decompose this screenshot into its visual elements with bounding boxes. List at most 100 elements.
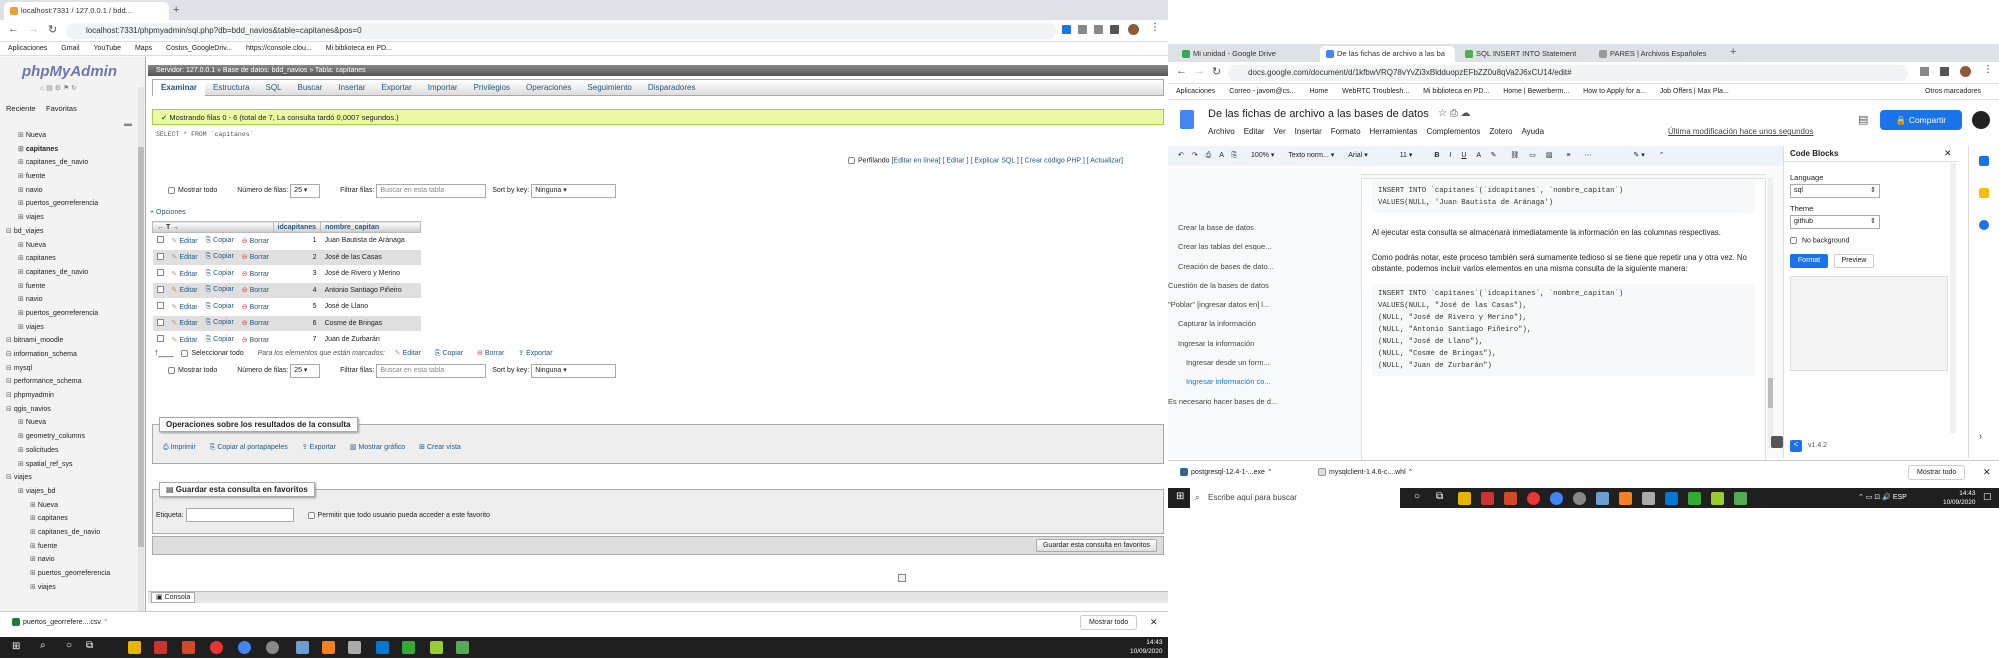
last-edit-link[interactable]: Última modificación hace unos segundos xyxy=(1668,127,1813,136)
forward-icon[interactable]: → xyxy=(28,23,39,35)
paint-format-icon[interactable]: ⎘ xyxy=(1231,152,1237,159)
tree-item[interactable]: ⊞ capitanes xyxy=(0,143,140,157)
tree-item[interactable]: ⊞ fuente xyxy=(0,280,140,294)
reload-icon[interactable]: ↻ xyxy=(48,23,57,36)
profiling-checkbox[interactable] xyxy=(848,157,855,164)
document-title[interactable]: De las fichas de archivo a las bases de … xyxy=(1208,108,1429,120)
bookmark-bewerber[interactable]: Home | Bewerberm... xyxy=(1503,84,1569,99)
row-checkbox[interactable] xyxy=(152,315,168,332)
tab-pares[interactable]: PARES | Archivos Españoles xyxy=(1593,46,1723,62)
menu-ayuda[interactable]: Ayuda xyxy=(1521,127,1544,136)
cell-nombre-capitan[interactable]: Juan Bautista de Aránaga xyxy=(320,232,421,250)
cortana-icon[interactable]: ○ xyxy=(1414,491,1420,502)
extensions-puzzle-icon[interactable] xyxy=(1110,25,1119,34)
docs-logo-icon[interactable] xyxy=(1180,110,1194,129)
cell-nombre-capitan[interactable]: Juan de Zurbarán xyxy=(320,331,421,349)
comment-icon[interactable]: ▭ xyxy=(1529,152,1536,159)
outline-item[interactable]: Ingresar la información xyxy=(1168,334,1358,353)
tab-reciente[interactable]: Reciente xyxy=(6,104,36,113)
delete-row-button[interactable]: ⊖ Borrar xyxy=(237,265,274,283)
menu-ver[interactable]: Ver xyxy=(1274,127,1286,136)
cell-idcapitanes[interactable]: 7 xyxy=(273,331,321,349)
tree-item[interactable]: ⊞ puertos_georreferencia xyxy=(0,567,140,581)
sort-by-key-select-bottom[interactable]: Ninguna ▾ xyxy=(531,364,617,378)
chrome-icon[interactable] xyxy=(238,641,251,654)
filter-rows-input[interactable]: Buscar en esta tabla xyxy=(376,184,487,198)
text-color-icon[interactable]: A xyxy=(1476,152,1480,159)
tree-item[interactable]: ⊞ viajes xyxy=(0,581,140,595)
menu-complementos[interactable]: Complementos xyxy=(1427,127,1481,136)
extension-icon[interactable] xyxy=(1062,25,1071,34)
console-tab[interactable]: ▣ Consola xyxy=(151,592,196,603)
cortana-icon[interactable]: ○ xyxy=(66,640,72,651)
tab-importar[interactable]: Importar xyxy=(420,80,466,96)
app-icon[interactable] xyxy=(1504,492,1517,505)
vscode-icon[interactable] xyxy=(376,641,389,654)
tab-operaciones[interactable]: Operaciones xyxy=(518,80,579,96)
edit-row-button[interactable]: ✎ Editar xyxy=(167,282,202,299)
edit-row-button[interactable]: ✎ Editar xyxy=(167,315,202,332)
windows-start-icon[interactable]: ⊞ xyxy=(12,641,20,652)
export-button[interactable]: ⇪ Exportar xyxy=(302,444,336,451)
font-size-select[interactable]: 11 ▾ xyxy=(1400,152,1413,159)
tree-item[interactable]: ⊞ Nueva xyxy=(0,239,140,253)
menu-editar[interactable]: Editar xyxy=(1244,127,1265,136)
tree-item[interactable]: ⊟ performance_schema xyxy=(0,375,140,389)
tree-item[interactable]: ⊟ qgis_navios xyxy=(0,403,140,417)
no-background-checkbox[interactable] xyxy=(1790,237,1797,244)
app-icon[interactable] xyxy=(154,641,167,654)
download-item[interactable]: mysqlclient-1.4.6-c....whl ⌃ xyxy=(1318,468,1413,477)
new-tab-icon[interactable]: + xyxy=(173,4,179,16)
cell-nombre-capitan[interactable]: Antonio Santiago Piñeiro xyxy=(320,282,421,299)
delete-row-button[interactable]: ⊖ Borrar xyxy=(237,298,274,316)
highlight-icon[interactable]: ✎ xyxy=(1491,152,1497,159)
outline-item[interactable]: Creación de bases de dato... xyxy=(1168,257,1358,276)
new-tab-icon[interactable]: + xyxy=(1730,46,1736,58)
back-icon[interactable]: ← xyxy=(1176,65,1187,77)
qgis-icon[interactable] xyxy=(456,641,469,654)
tree-item[interactable]: ⊞ solicitudes xyxy=(0,444,140,458)
reload-icon[interactable]: ↻ xyxy=(1212,65,1221,78)
image-icon[interactable]: ▨ xyxy=(1546,152,1553,159)
app-icon[interactable] xyxy=(1711,492,1724,505)
tab-phpmyadmin[interactable]: localhost:7331 / 127.0.0.1 / bdd... xyxy=(4,2,169,20)
bookmark-youtube[interactable]: YouTube xyxy=(94,42,122,55)
tab-favoritas[interactable]: Favoritas xyxy=(46,104,77,113)
tab-buscar[interactable]: Buscar xyxy=(290,80,331,96)
url-input[interactable]: docs.google.com/document/d/1kfbwVRQ78vYv… xyxy=(1228,65,1908,81)
outline-item[interactable]: "Poblar" [ingresar datos en] l... xyxy=(1168,295,1358,314)
delete-row-button[interactable]: ⊖ Borrar xyxy=(237,315,274,332)
link-icon[interactable]: ⛓ xyxy=(1510,152,1519,159)
edit-row-button[interactable]: ✎ Editar xyxy=(167,232,202,250)
show-all-downloads-button[interactable]: Mostrar todo xyxy=(1908,465,1966,480)
tree-item[interactable]: ⊞ capitanes_de_navio xyxy=(0,266,140,280)
bookmark-jobs[interactable]: Job Offers | Max Pla... xyxy=(1660,84,1729,99)
edit-row-button[interactable]: ✎ Editar xyxy=(167,265,202,283)
cell-idcapitanes[interactable]: 5 xyxy=(273,298,321,316)
tree-scrollbar[interactable] xyxy=(138,87,144,622)
tab-estructura[interactable]: Estructura xyxy=(205,80,257,96)
app-icon[interactable] xyxy=(348,641,361,654)
cell-idcapitanes[interactable]: 3 xyxy=(273,265,321,283)
chrome-icon[interactable] xyxy=(210,641,223,654)
cell-nombre-capitan[interactable]: José de las Casas xyxy=(320,249,421,266)
tree-item[interactable]: ⊞ navio xyxy=(0,184,140,198)
chrome-icon[interactable] xyxy=(266,641,279,654)
tab-exportar[interactable]: Exportar xyxy=(374,80,420,96)
zoom-select[interactable]: 100% ▾ xyxy=(1251,152,1274,159)
cell-idcapitanes[interactable]: 2 xyxy=(273,249,321,266)
more-icon[interactable]: ⋯ xyxy=(1584,152,1591,159)
cell-idcapitanes[interactable]: 1 xyxy=(273,232,321,250)
copy-row-button[interactable]: ⎘ Copiar xyxy=(201,298,238,316)
document-page[interactable]: INSERT INTO `capitanes`(`idcapitanes`, `… xyxy=(1361,178,1766,468)
search-icon[interactable]: ⌕ xyxy=(40,640,46,651)
tab-google-drive[interactable]: Mi unidad - Google Drive xyxy=(1176,46,1316,62)
tasks-icon[interactable] xyxy=(1979,220,1989,230)
print-button[interactable]: ⎙ Imprimir xyxy=(163,444,196,451)
app-icon[interactable] xyxy=(1688,492,1701,505)
collapse-panel-icon[interactable]: › xyxy=(1979,431,1982,441)
marked-delete-button[interactable]: ⊖ Borrar xyxy=(477,350,504,357)
tree-item[interactable]: ⊞ capitanes_de_navio xyxy=(0,156,140,170)
rows-per-page-select[interactable]: 25 ▾ xyxy=(290,184,321,198)
copy-row-button[interactable]: ⎘ Copiar xyxy=(201,315,238,332)
